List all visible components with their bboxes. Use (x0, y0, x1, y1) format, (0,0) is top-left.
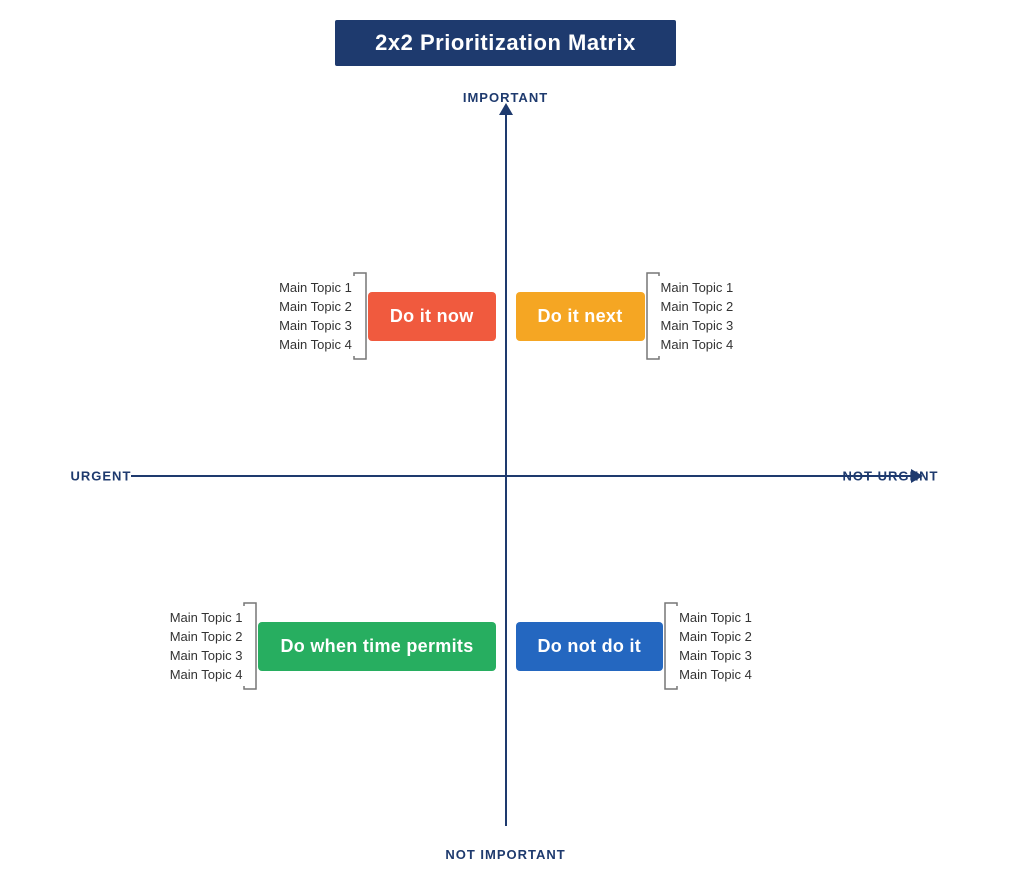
do-not-do-it-button[interactable]: Do not do it (516, 622, 664, 671)
list-item: Main Topic 2 (661, 299, 734, 314)
page-title: 2x2 Prioritization Matrix (335, 20, 676, 66)
topic-list-top-left: Main Topic 1 Main Topic 2 Main Topic 3 M… (279, 280, 352, 352)
bracket-left-bottom-right (663, 601, 679, 691)
horizontal-axis (131, 475, 921, 477)
vertical-axis (505, 106, 507, 826)
quadrant-bottom-right: Do not do it Main Topic 1 Main Topic 2 M… (516, 486, 911, 806)
quadrant-top-left: Main Topic 1 Main Topic 2 Main Topic 3 M… (141, 166, 496, 466)
list-item: Main Topic 1 (170, 610, 243, 625)
q-top-left-layout: Main Topic 1 Main Topic 2 Main Topic 3 M… (141, 271, 496, 361)
label-urgent: URGENT (71, 469, 132, 484)
label-not-urgent: NOT URGENT (843, 469, 939, 484)
q-bottom-left-layout: Main Topic 1 Main Topic 2 Main Topic 3 M… (141, 601, 496, 691)
topic-list-bottom-left: Main Topic 1 Main Topic 2 Main Topic 3 M… (170, 610, 243, 682)
topic-list-bottom-right: Main Topic 1 Main Topic 2 Main Topic 3 M… (679, 610, 752, 682)
list-item: Main Topic 1 (679, 610, 752, 625)
quadrant-bottom-left: Main Topic 1 Main Topic 2 Main Topic 3 M… (141, 486, 496, 806)
list-item: Main Topic 4 (279, 337, 352, 352)
list-item: Main Topic 4 (170, 667, 243, 682)
list-item: Main Topic 2 (170, 629, 243, 644)
topic-list-top-right: Main Topic 1 Main Topic 2 Main Topic 3 M… (661, 280, 734, 352)
list-item: Main Topic 4 (661, 337, 734, 352)
bracket-left-top-right (645, 271, 661, 361)
do-it-next-button[interactable]: Do it next (516, 292, 645, 341)
list-item: Main Topic 1 (279, 280, 352, 295)
list-item: Main Topic 1 (661, 280, 734, 295)
bracket-right-bottom-left (242, 601, 258, 691)
bracket-right-top-left (352, 271, 368, 361)
q-top-right-layout: Do it next Main Topic 1 Main Topic 2 Mai… (516, 271, 911, 361)
label-important: IMPORTANT (463, 90, 548, 105)
list-item: Main Topic 2 (279, 299, 352, 314)
quadrant-top-right: Do it next Main Topic 1 Main Topic 2 Mai… (516, 166, 911, 466)
list-item: Main Topic 2 (679, 629, 752, 644)
list-item: Main Topic 3 (661, 318, 734, 333)
q-bottom-right-layout: Do not do it Main Topic 1 Main Topic 2 M… (516, 601, 911, 691)
do-when-time-permits-button[interactable]: Do when time permits (258, 622, 495, 671)
label-not-important: NOT IMPORTANT (445, 847, 565, 862)
list-item: Main Topic 3 (279, 318, 352, 333)
list-item: Main Topic 4 (679, 667, 752, 682)
do-it-now-button[interactable]: Do it now (368, 292, 496, 341)
list-item: Main Topic 3 (170, 648, 243, 663)
matrix-container: IMPORTANT NOT IMPORTANT URGENT NOT URGEN… (71, 86, 941, 866)
page-title-container: 2x2 Prioritization Matrix (335, 0, 676, 76)
list-item: Main Topic 3 (679, 648, 752, 663)
